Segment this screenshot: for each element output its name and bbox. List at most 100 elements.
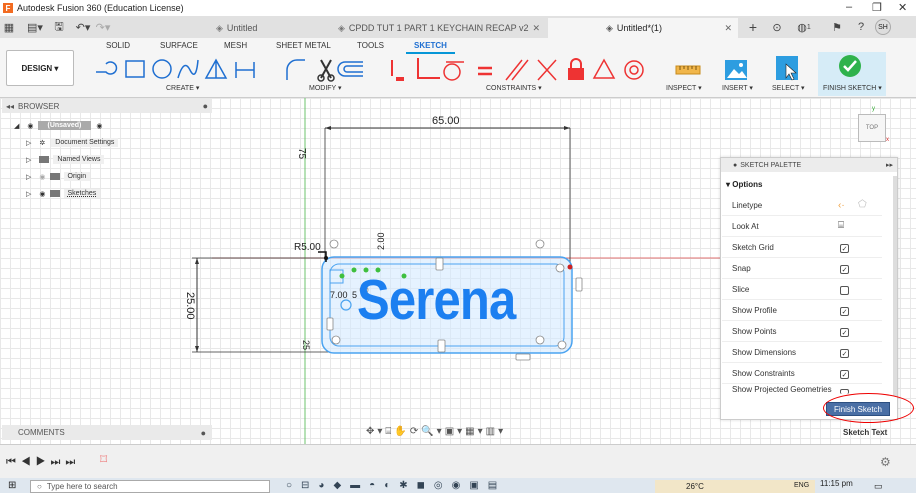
sketch-text-label: Sketch Text [843,428,888,437]
show-dimensions-checkbox[interactable]: ✓ [840,349,849,358]
create-menu[interactable]: CREATE ▾ [166,84,199,92]
browser-header[interactable]: ◂◂ BROWSER ● [2,99,212,113]
expand-arrow-icon[interactable]: ▷ [26,139,31,147]
measure-icon[interactable] [674,56,702,84]
radius-dimension-label[interactable]: R5.00 [294,242,321,253]
file-menu-icon[interactable]: ▤▾ [26,18,44,36]
create-tools-icons[interactable] [92,56,277,84]
select-icon[interactable] [774,54,802,82]
tab-keychain-recap[interactable]: ◈ CPDD TUT 1 PART 1 KEYCHAIN RECAP v2 ✕ [330,18,546,38]
tab-tools[interactable]: TOOLS [357,41,384,50]
taskbar-app-icons[interactable]: ○⊟◕◆▬◓◐✱◼◎◉▣▤ [286,480,616,493]
browser-item-origin[interactable]: ▷ ◉ Origin [26,172,91,181]
parallel-icon [505,59,529,81]
tab-untitled[interactable]: ◈ Untitled [208,18,330,38]
close-tab-icon[interactable]: ✕ [724,23,732,34]
clock-time[interactable]: 11:15 pm [820,479,853,488]
show-constraints-checkbox[interactable]: ✓ [840,370,849,379]
expand-arrow-icon[interactable]: ▷ [26,156,31,164]
palette-section-options[interactable]: ▾ Options [726,180,762,189]
sketch-grid-checkbox[interactable]: ✓ [840,244,849,253]
close-window-icon[interactable]: ✕ [898,1,907,14]
tab-sketch[interactable]: SKETCH [406,41,455,54]
timeline-controls[interactable]: ⏮◀▶⏭⏭ [6,456,80,469]
help-icon[interactable]: ? [852,18,870,36]
slice-checkbox[interactable] [840,286,849,295]
navigation-bar[interactable]: ✥▾⌸✋⟳🔍▾▣▾▦▾▥▾ [366,426,534,440]
palette-scrollbar[interactable] [893,176,897,396]
palette-expand-icon[interactable]: ▸▸ [886,161,893,169]
hole-radius-dimension-label[interactable]: 5 [352,290,357,300]
inspect-menu[interactable]: INSPECT ▾ [666,84,702,92]
tab-untitled-1[interactable]: ◈ Untitled*(1) ✕ [548,18,738,38]
collapse-arrow-icon[interactable]: ◢ [14,122,19,130]
insert-menu[interactable]: INSERT ▾ [722,84,753,92]
redo-icon[interactable]: ↷▾ [94,18,112,36]
save-icon[interactable]: 🖫 [50,18,68,36]
look-at-icon[interactable]: ⌸ [838,220,844,231]
taskbar-search-input[interactable]: ○ Type here to search [30,480,270,493]
show-profile-checkbox[interactable]: ✓ [840,307,849,316]
browser-pin-icon[interactable]: ● [203,101,208,111]
visibility-eye-icon[interactable]: ◉ [27,122,33,130]
vertical-dimension-label[interactable]: 75 [296,148,307,159]
tab-sheet-metal[interactable]: SHEET METAL [276,41,331,50]
taskbar-tray-weather[interactable] [655,480,815,493]
comments-panel[interactable]: COMMENTS ● [2,425,212,440]
avatar[interactable]: SH [875,19,891,35]
browser-item-sketches[interactable]: ▷ ◉ Sketches [26,189,101,198]
notification-icon[interactable]: ⚑ [828,18,846,36]
timeline-settings-gear-icon[interactable]: ⚙ [880,455,891,469]
sketch-palette-header[interactable]: ● SKETCH PALETTE ▸▸ [721,158,897,172]
visibility-eye-icon[interactable]: ◉ [39,173,45,181]
centerline-linetype-icon[interactable]: ⬠ [858,199,867,210]
close-tab-icon[interactable]: ✕ [532,23,540,34]
collapse-browser-icon[interactable]: ◂◂ [6,102,14,111]
finish-sketch-menu[interactable]: FINISH SKETCH ▾ [823,84,882,92]
undo-icon[interactable]: ↶▾ [74,18,92,36]
height-dimension-label[interactable]: 25.00 [184,292,196,320]
hole-dimension-label[interactable]: 25 [301,340,311,350]
modify-menu[interactable]: MODIFY ▾ [309,84,342,92]
tab-mesh[interactable]: MESH [224,41,247,50]
text-offset-dimension-label[interactable]: 7.00 [330,290,348,300]
visibility-eye-icon[interactable]: ◉ [39,190,45,198]
app-grid-icon[interactable]: ▦ [0,18,18,36]
insert-image-icon[interactable] [722,56,750,84]
extensions-icon[interactable]: ⊙ [768,18,786,36]
tab-surface[interactable]: SURFACE [160,41,198,50]
width-dimension-label[interactable]: 65.00 [432,115,460,127]
palette-row-slice: Slice [722,280,882,300]
job-status-icon[interactable]: ◍ 1 [790,18,818,36]
sketch-text[interactable]: Serena [357,270,516,330]
activate-radio-icon[interactable]: ◉ [96,122,102,130]
viewcube[interactable]: TOP [858,114,886,142]
workspace-switcher-button[interactable]: DESIGN ▾ [6,50,74,86]
language-indicator[interactable]: ENG [794,482,809,489]
modify-tools-icons[interactable] [283,56,368,84]
show-projected-geometries-checkbox[interactable] [840,389,849,394]
constraint-tools-icons[interactable] [388,56,653,84]
select-menu[interactable]: SELECT ▾ [772,84,805,92]
browser-item-document-settings[interactable]: ▷ ✲ Document Settings [26,138,119,147]
browser-item-named-views[interactable]: ▷ Named Views [26,155,105,164]
expand-arrow-icon[interactable]: ▷ [26,173,31,181]
tab-solid[interactable]: SOLID [106,41,130,50]
construction-linetype-icon[interactable]: ‹· [838,200,845,211]
browser-root[interactable]: ◢ ◉ (Unsaved) ◉ [14,121,102,130]
show-points-checkbox[interactable]: ✓ [840,328,849,337]
circle-icon [152,59,172,79]
sketch-timeline-icon[interactable]: ⌑ [100,451,107,468]
minimize-icon[interactable]: – [846,1,852,13]
comments-pin-icon[interactable]: ● [201,428,206,438]
expand-arrow-icon[interactable]: ▷ [26,190,31,198]
restore-icon[interactable]: ❐ [872,1,882,14]
constraints-menu[interactable]: CONSTRAINTS ▾ [486,84,542,92]
notifications-icon[interactable]: ▭ [874,481,883,492]
root-component-label[interactable]: (Unsaved) [37,121,92,130]
windows-start-icon[interactable]: ⊞ [8,480,16,491]
new-tab-icon[interactable]: + [744,18,762,36]
tab-label: CPDD TUT 1 PART 1 KEYCHAIN RECAP v2 [348,23,529,33]
snap-checkbox[interactable]: ✓ [840,265,849,274]
text-height-dimension-label[interactable]: 2.00 [376,232,386,250]
